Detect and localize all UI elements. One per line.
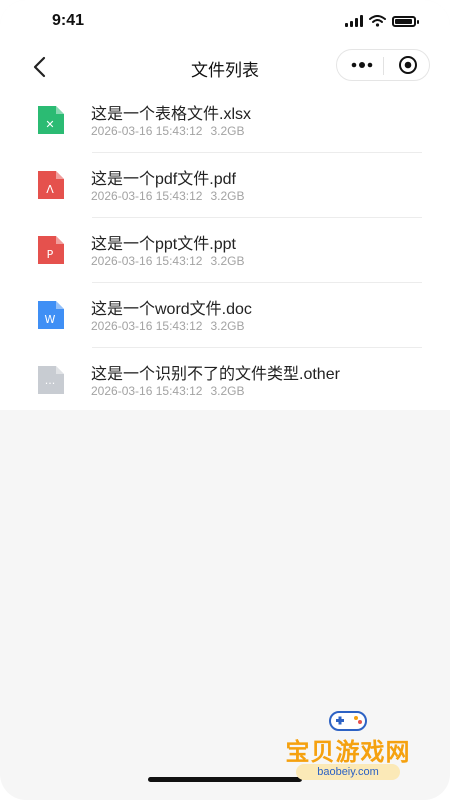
watermark-logo: 宝贝游戏网 baobeiy.com <box>276 708 420 800</box>
file-row-xlsx[interactable]: ✕ 这是一个表格文件.xlsx 2026-03-16 15:43:12 3.2GB <box>0 88 450 153</box>
xlsx-file-icon: ✕ <box>38 106 64 134</box>
file-icon-glyph: ··· <box>45 377 56 390</box>
file-size: 3.2GB <box>210 384 245 398</box>
word-file-icon: W <box>38 301 64 329</box>
file-name: 这是一个表格文件.xlsx <box>91 106 252 123</box>
file-row-ppt[interactable]: P 这是一个ppt文件.ppt 2026-03-16 15:43:12 3.2GB <box>0 218 450 283</box>
status-bar: 9:41 <box>0 0 450 44</box>
file-size: 3.2GB <box>210 319 245 333</box>
file-meta: 2026-03-16 15:43:12 3.2GB <box>91 189 244 203</box>
file-meta: 2026-03-16 15:43:12 3.2GB <box>91 384 244 398</box>
file-date: 2026-03-16 15:43:12 <box>91 254 203 268</box>
file-date: 2026-03-16 15:43:12 <box>91 319 203 333</box>
file-name: 这是一个word文件.doc <box>91 301 252 318</box>
file-size: 3.2GB <box>210 124 245 138</box>
file-meta: 2026-03-16 15:43:12 3.2GB <box>91 319 244 333</box>
watermark-url: baobeiy.com <box>296 764 400 780</box>
mini-program-capsule <box>336 49 430 81</box>
gamepad-icon <box>329 711 367 731</box>
file-meta: 2026-03-16 15:43:12 3.2GB <box>91 124 244 138</box>
file-row-pdf[interactable]: Λ 这是一个pdf文件.pdf 2026-03-16 15:43:12 3.2GB <box>0 153 450 218</box>
file-date: 2026-03-16 15:43:12 <box>91 384 203 398</box>
status-icons <box>345 15 419 27</box>
file-size: 3.2GB <box>210 254 245 268</box>
file-date: 2026-03-16 15:43:12 <box>91 124 203 138</box>
close-target-icon[interactable] <box>393 54 423 76</box>
file-row-other[interactable]: ··· 这是一个识别不了的文件类型.other 2026-03-16 15:43… <box>0 348 450 413</box>
file-size: 3.2GB <box>210 189 245 203</box>
file-icon-glyph: W <box>45 313 56 326</box>
watermark-text: 宝贝游戏网 <box>285 739 411 766</box>
file-name: 这是一个识别不了的文件类型.other <box>91 366 340 383</box>
phone-screen: 9:41 文件列表 ✕ 这是一个表格文件.xlsx 2026-03-16 15:… <box>0 0 450 800</box>
file-icon-glyph: Λ <box>46 183 54 196</box>
pdf-file-icon: Λ <box>38 171 64 199</box>
unknown-file-icon: ··· <box>38 366 64 394</box>
wifi-icon <box>369 15 386 27</box>
file-meta: 2026-03-16 15:43:12 3.2GB <box>91 254 244 268</box>
file-name: 这是一个pdf文件.pdf <box>91 171 236 188</box>
battery-icon <box>392 15 419 27</box>
capsule-divider <box>383 57 384 75</box>
file-row-doc[interactable]: W 这是一个word文件.doc 2026-03-16 15:43:12 3.2G… <box>0 283 450 348</box>
file-name: 这是一个ppt文件.ppt <box>91 236 236 253</box>
ppt-file-icon: P <box>38 236 64 264</box>
file-list: ✕ 这是一个表格文件.xlsx 2026-03-16 15:43:12 3.2GB… <box>0 88 450 413</box>
file-date: 2026-03-16 15:43:12 <box>91 189 203 203</box>
file-icon-glyph: P <box>47 248 54 261</box>
status-time: 9:41 <box>52 12 85 29</box>
file-icon-glyph: ✕ <box>45 118 54 131</box>
navigation-bar: 文件列表 <box>0 44 450 88</box>
more-icon[interactable] <box>347 54 377 76</box>
signal-icon <box>345 15 363 27</box>
